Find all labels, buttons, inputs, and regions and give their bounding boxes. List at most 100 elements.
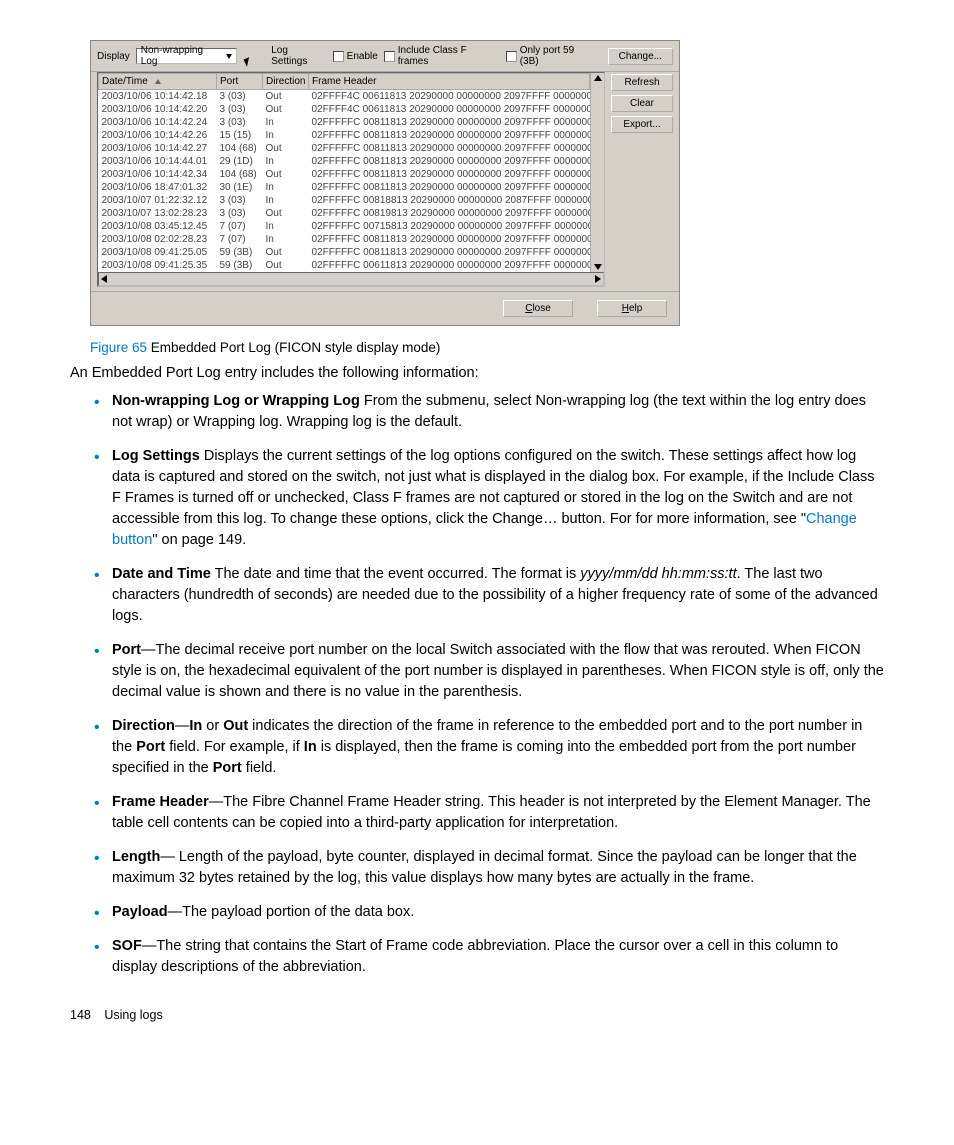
table-row[interactable]: 2003/10/07 01:22:32.123 (03)In02FFFFFC 0… — [99, 194, 590, 207]
scroll-down-icon — [594, 264, 602, 270]
cursor-icon — [243, 50, 253, 62]
list-item: SOF—The string that contains the Start o… — [98, 936, 884, 978]
table-cell: 02FFFF4C 00611813 20290000 00000000 2097… — [309, 103, 590, 116]
list-item: Payload—The payload portion of the data … — [98, 902, 884, 923]
list-item: Non-wrapping Log or Wrapping Log From th… — [98, 391, 884, 433]
log-table-wrap: Date/Time Port Direction Frame Header 20… — [97, 72, 605, 287]
side-buttons: Refresh Clear Export... — [611, 72, 673, 287]
table-row[interactable]: 2003/10/06 10:14:42.243 (03)In02FFFFFC 0… — [99, 116, 590, 129]
checkbox-box-icon — [506, 51, 517, 62]
checkbox-box-icon — [384, 51, 395, 62]
term-logsettings: Log Settings — [112, 448, 200, 464]
table-cell: 02FFFFFC 00811813 20290000 00000000 2097… — [309, 155, 590, 168]
term-port: Port — [112, 642, 141, 658]
sort-asc-icon — [155, 79, 161, 84]
table-cell: 2003/10/06 10:14:42.20 — [99, 103, 217, 116]
table-cell: In — [263, 155, 309, 168]
table-row[interactable]: 2003/10/08 03:45:12.457 (07)In02FFFFFC 0… — [99, 220, 590, 233]
term-length: Length — [112, 849, 160, 865]
horizontal-scrollbar[interactable] — [98, 272, 604, 286]
clear-button[interactable]: Clear — [611, 95, 673, 112]
table-cell: 104 (68) — [217, 168, 263, 181]
table-cell: Out — [263, 168, 309, 181]
table-cell: Out — [263, 142, 309, 155]
table-row[interactable]: 2003/10/08 02:02:28.237 (07)In02FFFFFC 0… — [99, 233, 590, 246]
table-cell: 02FFFFFC 00811813 20290000 00000000 2097… — [309, 246, 590, 259]
table-row[interactable]: 2003/10/06 10:14:42.2615 (15)In02FFFFFC … — [99, 129, 590, 142]
display-dropdown[interactable]: Non-wrapping Log — [136, 48, 237, 64]
scroll-right-icon — [595, 275, 601, 283]
table-cell: 2003/10/08 09:41:25.05 — [99, 246, 217, 259]
figure-caption: Figure 65 Embedded Port Log (FICON style… — [90, 340, 884, 355]
figure-number: Figure 65 — [90, 340, 147, 355]
table-cell: 2003/10/06 10:14:44.01 — [99, 155, 217, 168]
table-cell: 2003/10/06 18:47:01.32 — [99, 181, 217, 194]
table-row[interactable]: 2003/10/08 09:41:25.3559 (3B)Out02FFFFFC… — [99, 259, 590, 272]
list-item: Length— Length of the payload, byte coun… — [98, 847, 884, 889]
table-cell: In — [263, 194, 309, 207]
table-cell: 59 (3B) — [217, 259, 263, 272]
table-cell: 3 (03) — [217, 103, 263, 116]
table-row[interactable]: 2003/10/06 10:14:42.203 (03)Out02FFFF4C … — [99, 103, 590, 116]
refresh-button[interactable]: Refresh — [611, 74, 673, 91]
table-cell: 2003/10/08 02:02:28.23 — [99, 233, 217, 246]
col-datetime-label: Date/Time — [102, 76, 148, 87]
close-button[interactable]: Close — [503, 300, 573, 317]
only-port-checkbox[interactable]: Only port 59 (3B) — [506, 45, 596, 67]
table-cell: 2003/10/07 13:02:28.23 — [99, 207, 217, 220]
vertical-scrollbar[interactable] — [590, 73, 604, 272]
body: Length of the payload, byte counter, dis… — [112, 849, 857, 886]
table-cell: Out — [263, 246, 309, 259]
datetime-format: yyyy/mm/dd hh:mm:ss:tt — [580, 566, 736, 582]
body: The payload portion of the data box. — [182, 904, 414, 920]
body: The Fibre Channel Frame Header string. T… — [112, 794, 871, 831]
table-row[interactable]: 2003/10/06 18:47:01.3230 (1E)In02FFFFFC … — [99, 181, 590, 194]
term-nonwrapping: Non-wrapping Log or Wrapping Log — [112, 393, 360, 409]
enable-label: Enable — [347, 51, 378, 62]
window-footer: Close Help — [91, 291, 679, 325]
list-item: Frame Header—The Fibre Channel Frame Hea… — [98, 792, 884, 834]
section-name: Using logs — [104, 1008, 162, 1022]
table-cell: 02FFFFFC 00811813 20290000 00000000 2097… — [309, 116, 590, 129]
table-cell: 3 (03) — [217, 194, 263, 207]
export-button[interactable]: Export... — [611, 116, 673, 133]
table-cell: 29 (1D) — [217, 155, 263, 168]
enable-checkbox[interactable]: Enable — [333, 51, 378, 62]
table-row[interactable]: 2003/10/07 13:02:28.233 (03)Out02FFFFFC … — [99, 207, 590, 220]
table-cell: 2003/10/08 03:45:12.45 — [99, 220, 217, 233]
table-row[interactable]: 2003/10/08 09:41:25.0559 (3B)Out02FFFFFC… — [99, 246, 590, 259]
window-toolbar: Display Non-wrapping Log Log Settings En… — [91, 41, 679, 72]
col-frameheader[interactable]: Frame Header — [309, 74, 590, 90]
table-row[interactable]: 2003/10/06 10:14:44.0129 (1D)In02FFFFFC … — [99, 155, 590, 168]
page-footer: 148 Using logs — [70, 1008, 884, 1022]
table-cell: 02FFFFFC 00611813 20290000 00000000 2097… — [309, 259, 590, 272]
scroll-up-icon — [594, 75, 602, 81]
col-port[interactable]: Port — [217, 74, 263, 90]
table-row[interactable]: 2003/10/06 10:14:42.27104 (68)Out02FFFFF… — [99, 142, 590, 155]
log-settings-label: Log Settings — [271, 45, 326, 67]
table-cell: 02FFFFFC 00811813 20290000 00000000 2097… — [309, 233, 590, 246]
term-payload: Payload — [112, 904, 168, 920]
chevron-down-icon — [226, 54, 232, 59]
include-classf-checkbox[interactable]: Include Class F frames — [384, 45, 500, 67]
table-cell: 02FFFFFC 00811813 20290000 00000000 2097… — [309, 129, 590, 142]
body: The date and time that the event occurre… — [215, 566, 581, 582]
table-cell: 3 (03) — [217, 90, 263, 104]
display-dropdown-value: Non-wrapping Log — [141, 45, 222, 67]
table-cell: Out — [263, 207, 309, 220]
table-cell: In — [263, 220, 309, 233]
list-item: Log Settings Displays the current settin… — [98, 446, 884, 551]
table-cell: 104 (68) — [217, 142, 263, 155]
port-log-window: Display Non-wrapping Log Log Settings En… — [90, 40, 680, 326]
table-cell: 02FFFF4C 00611813 20290000 00000000 2097… — [309, 90, 590, 104]
table-cell: 02FFFFFC 00811813 20290000 00000000 2097… — [309, 168, 590, 181]
col-direction[interactable]: Direction — [263, 74, 309, 90]
help-button[interactable]: Help — [597, 300, 667, 317]
term-frameheader: Frame Header — [112, 794, 209, 810]
scroll-left-icon — [101, 275, 107, 283]
change-button[interactable]: Change... — [608, 48, 673, 65]
table-row[interactable]: 2003/10/06 10:14:42.34104 (68)Out02FFFFF… — [99, 168, 590, 181]
col-datetime[interactable]: Date/Time — [99, 74, 217, 90]
table-row[interactable]: 2003/10/06 10:14:42.183 (03)Out02FFFF4C … — [99, 90, 590, 104]
table-cell: In — [263, 233, 309, 246]
